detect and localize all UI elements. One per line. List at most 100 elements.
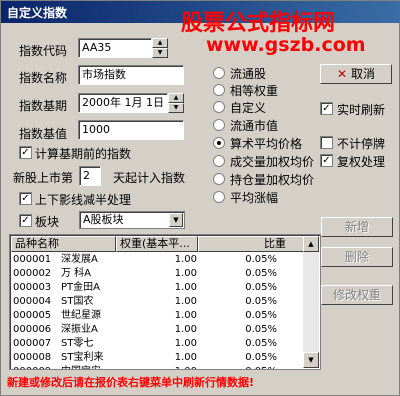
- radio-price-3[interactable]: [213, 173, 225, 185]
- new-button[interactable]: 新增: [321, 217, 393, 237]
- spin-up-icon[interactable]: ▲: [168, 93, 184, 103]
- radio-price-4[interactable]: [213, 191, 225, 203]
- realtime-checkbox[interactable]: ✓: [320, 102, 333, 115]
- new-stock-suffix: 天起计入指数: [113, 171, 186, 185]
- spin-down-icon[interactable]: ▼: [168, 103, 184, 113]
- sector-select[interactable]: A股板块 ▼: [79, 211, 185, 229]
- base-date-input[interactable]: 2000年 1月 1日: [78, 93, 168, 113]
- cell-ratio: 0.05%: [245, 296, 277, 307]
- scroll-up-icon[interactable]: ▲: [303, 236, 319, 252]
- spin-down-icon[interactable]: ▼: [152, 48, 168, 58]
- cell-name: 深发展A: [61, 254, 98, 265]
- cell-code: 000009: [13, 365, 51, 369]
- cancel-button-label: 取消: [350, 67, 375, 81]
- price-option-4: 平均涨幅: [230, 191, 279, 205]
- check-icon: ✓: [322, 103, 331, 114]
- new-stock-prefix: 新股上市第: [13, 171, 74, 185]
- check-icon: ✓: [21, 147, 30, 158]
- scroll-down-icon[interactable]: ▼: [303, 352, 319, 368]
- cell-code: 000004: [13, 296, 52, 307]
- shadow-half-label: 上下影线减半处理: [35, 193, 132, 207]
- weight-option-0: 流通股: [230, 67, 267, 81]
- price-option-2: 成交量加权均价: [230, 155, 315, 169]
- footer-note: 新建或修改后请在报价表右键菜单中刷新行情数据!: [7, 376, 255, 389]
- cell-ratio: 0.05%: [245, 254, 277, 265]
- spin-up-icon[interactable]: ▲: [152, 38, 168, 48]
- modify-weight-button[interactable]: 修改权重: [321, 285, 393, 305]
- cell-weight: 1.00: [174, 338, 197, 349]
- dropdown-arrow-icon[interactable]: ▼: [169, 213, 183, 227]
- watermark-title: 股票公式指标网: [181, 11, 336, 36]
- delete-button-label: 删除: [344, 250, 369, 264]
- radio-weight-custom[interactable]: [213, 101, 225, 113]
- col-header-name[interactable]: 品种名称: [11, 236, 116, 252]
- table-row[interactable]: 000003 PT金田A 1.00 0.05%: [11, 281, 305, 295]
- table-row[interactable]: 000007 ST零七 1.00 0.05%: [11, 337, 305, 351]
- sector-selected-value: A股板块: [83, 213, 124, 226]
- weight-option-2: 自定义: [230, 101, 267, 115]
- cell-ratio: 0.05%: [245, 324, 277, 335]
- base-value-label: 指数基值: [19, 127, 68, 141]
- radio-price-1[interactable]: [213, 137, 225, 149]
- table-row[interactable]: 000002 万 科A 1.00 0.05%: [11, 267, 305, 281]
- no-suspend-checkbox[interactable]: [320, 136, 333, 149]
- stock-table: 品种名称 权重(基本平... 比重 000001 深发展A 1.00 0.05% 000…: [9, 234, 321, 370]
- cell-code: 000001: [13, 254, 52, 265]
- new-stock-days-input[interactable]: 2: [79, 166, 101, 186]
- cell-weight: 1.00: [174, 296, 197, 307]
- cell-weight: 1.00: [174, 310, 197, 321]
- adjust-checkbox[interactable]: ✓: [320, 154, 333, 167]
- code-label: 指数代码: [19, 44, 68, 58]
- table-row[interactable]: 000004 ST国农 1.00 0.05%: [11, 295, 305, 309]
- table-row[interactable]: 000006 深振业A 1.00 0.05%: [11, 323, 305, 337]
- check-icon: ✓: [21, 193, 30, 204]
- radio-weight-equal[interactable]: [213, 84, 225, 96]
- radio-price-2[interactable]: [213, 155, 225, 167]
- calc-before-base-checkbox[interactable]: ✓: [19, 146, 32, 159]
- cell-weight: 1.00: [174, 254, 197, 265]
- delete-button[interactable]: 删除: [321, 247, 393, 267]
- vertical-scrollbar[interactable]: ▲ ▼: [303, 236, 319, 368]
- col-header-ratio[interactable]: 比重: [198, 236, 305, 252]
- calc-before-base-label: 计算基期前的指数: [35, 147, 132, 161]
- adjust-label: 复权处理: [337, 155, 386, 169]
- custom-index-dialog: 自定义指数 股票公式指标网 www.gszb.com 指数代码 AA35 ▲ ▼ …: [0, 0, 400, 396]
- cell-name: ST宝利来: [61, 352, 104, 363]
- cell-ratio: 0.05%: [245, 282, 277, 293]
- x-icon: ✕: [337, 67, 348, 81]
- base-value-input[interactable]: 1000: [78, 120, 184, 140]
- cell-name: 世纪星源: [61, 310, 101, 321]
- shadow-half-checkbox[interactable]: ✓: [19, 192, 32, 205]
- cell-ratio: 0.05%: [245, 268, 277, 279]
- cell-code: 000006: [13, 324, 52, 335]
- cell-name: ST国农: [61, 296, 94, 307]
- table-row[interactable]: 000009 中国宝安 1.00 0.05%: [11, 365, 305, 369]
- cell-ratio: 0.05%: [245, 338, 277, 349]
- cell-name: ST零七: [61, 338, 94, 349]
- cell-code: 000005: [13, 310, 52, 321]
- table-header: 品种名称 权重(基本平... 比重: [11, 236, 305, 252]
- cancel-button[interactable]: ✕ 取消: [320, 64, 392, 84]
- base-date-spinner[interactable]: ▲ ▼: [168, 93, 184, 113]
- col-header-weight[interactable]: 权重(基本平...: [116, 236, 198, 252]
- window-title: 自定义指数: [7, 6, 68, 20]
- price-option-1: 算术平均价格: [230, 137, 303, 151]
- realtime-label: 实时刷新: [337, 103, 386, 117]
- code-spinner[interactable]: ▲ ▼: [152, 38, 168, 58]
- name-input[interactable]: 市场指数: [78, 65, 184, 85]
- sector-label: 板块: [35, 215, 60, 229]
- cell-weight: 1.00: [174, 352, 197, 363]
- radio-price-0[interactable]: [213, 119, 225, 131]
- cell-name: PT金田A: [61, 282, 100, 293]
- check-icon: ✓: [322, 155, 331, 166]
- base-date-label: 指数基期: [19, 99, 68, 113]
- cell-ratio: 0.05%: [245, 352, 277, 363]
- table-row[interactable]: 000008 ST宝利来 1.00 0.05%: [11, 351, 305, 365]
- sector-checkbox[interactable]: ✓: [19, 214, 32, 227]
- table-row[interactable]: 000001 深发展A 1.00 0.05%: [11, 253, 305, 267]
- name-label: 指数名称: [19, 71, 68, 85]
- table-row[interactable]: 000005 世纪星源 1.00 0.05%: [11, 309, 305, 323]
- watermark-url: www.gszb.com: [206, 34, 366, 56]
- code-input[interactable]: AA35: [78, 38, 152, 58]
- radio-weight-circulating[interactable]: [213, 67, 225, 79]
